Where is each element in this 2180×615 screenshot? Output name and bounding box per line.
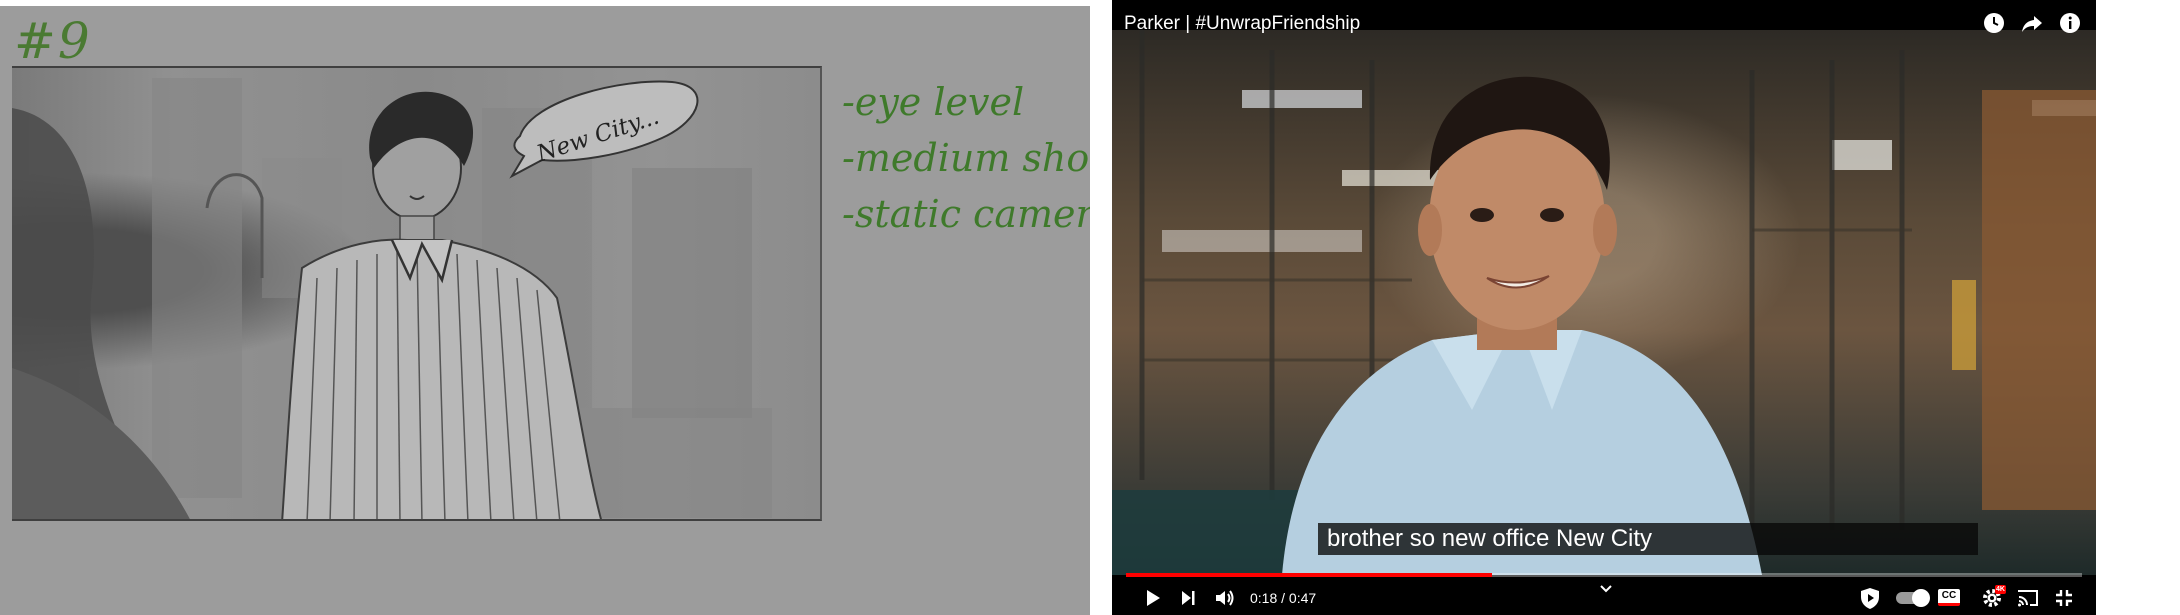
panel-number: #9 (14, 12, 92, 70)
video-frame[interactable] (1112, 30, 2096, 575)
quality-badge: 4K (1995, 585, 2006, 594)
autoplay-toggle[interactable] (1896, 589, 1930, 607)
video-player[interactable]: Parker | #UnwrapFriendship brother so ne… (1112, 0, 2096, 615)
autoplay-toggle-knob (1912, 589, 1930, 607)
chevron-down-icon[interactable] (1598, 580, 1614, 596)
storyboard-panel: #9 New City... -eye level -medium shot -… (0, 6, 1090, 615)
storyboard-sketch-frame: New City... (12, 66, 822, 521)
video-scene (1112, 30, 2096, 575)
share-arrow-icon[interactable] (2020, 11, 2044, 35)
time-display: 0:18 / 0:47 (1250, 590, 1316, 606)
cast-icon[interactable] (2016, 586, 2040, 610)
shot-notes: -eye level -medium shot -static camera (842, 74, 1090, 242)
volume-icon[interactable] (1212, 586, 1236, 610)
shot-note: -static camera (842, 192, 1090, 236)
info-icon[interactable] (2058, 11, 2082, 35)
shield-play-icon[interactable] (1858, 586, 1882, 610)
exit-fullscreen-icon[interactable] (2052, 586, 2076, 610)
next-icon[interactable] (1176, 586, 1200, 610)
progress-played (1126, 573, 1493, 577)
shot-note: -eye level (842, 80, 1025, 124)
captions-button[interactable]: CC (1938, 589, 1960, 606)
play-icon[interactable] (1140, 586, 1164, 610)
subtitle-caption: brother so new office New City (1318, 523, 1978, 555)
player-controls: 0:18 / 0:47 CC 4K (1112, 582, 2096, 615)
progress-bar[interactable] (1126, 573, 2082, 577)
top-actions (1982, 11, 2082, 35)
clock-icon[interactable] (1982, 11, 2006, 35)
time-current: 0:18 (1250, 590, 1278, 606)
time-total: 0:47 (1288, 590, 1317, 606)
video-title[interactable]: Parker | #UnwrapFriendship (1124, 13, 1360, 35)
time-separator: / (1277, 590, 1289, 606)
shot-note: -medium shot (842, 136, 1090, 180)
storyboard-sketch: New City... (12, 78, 772, 519)
